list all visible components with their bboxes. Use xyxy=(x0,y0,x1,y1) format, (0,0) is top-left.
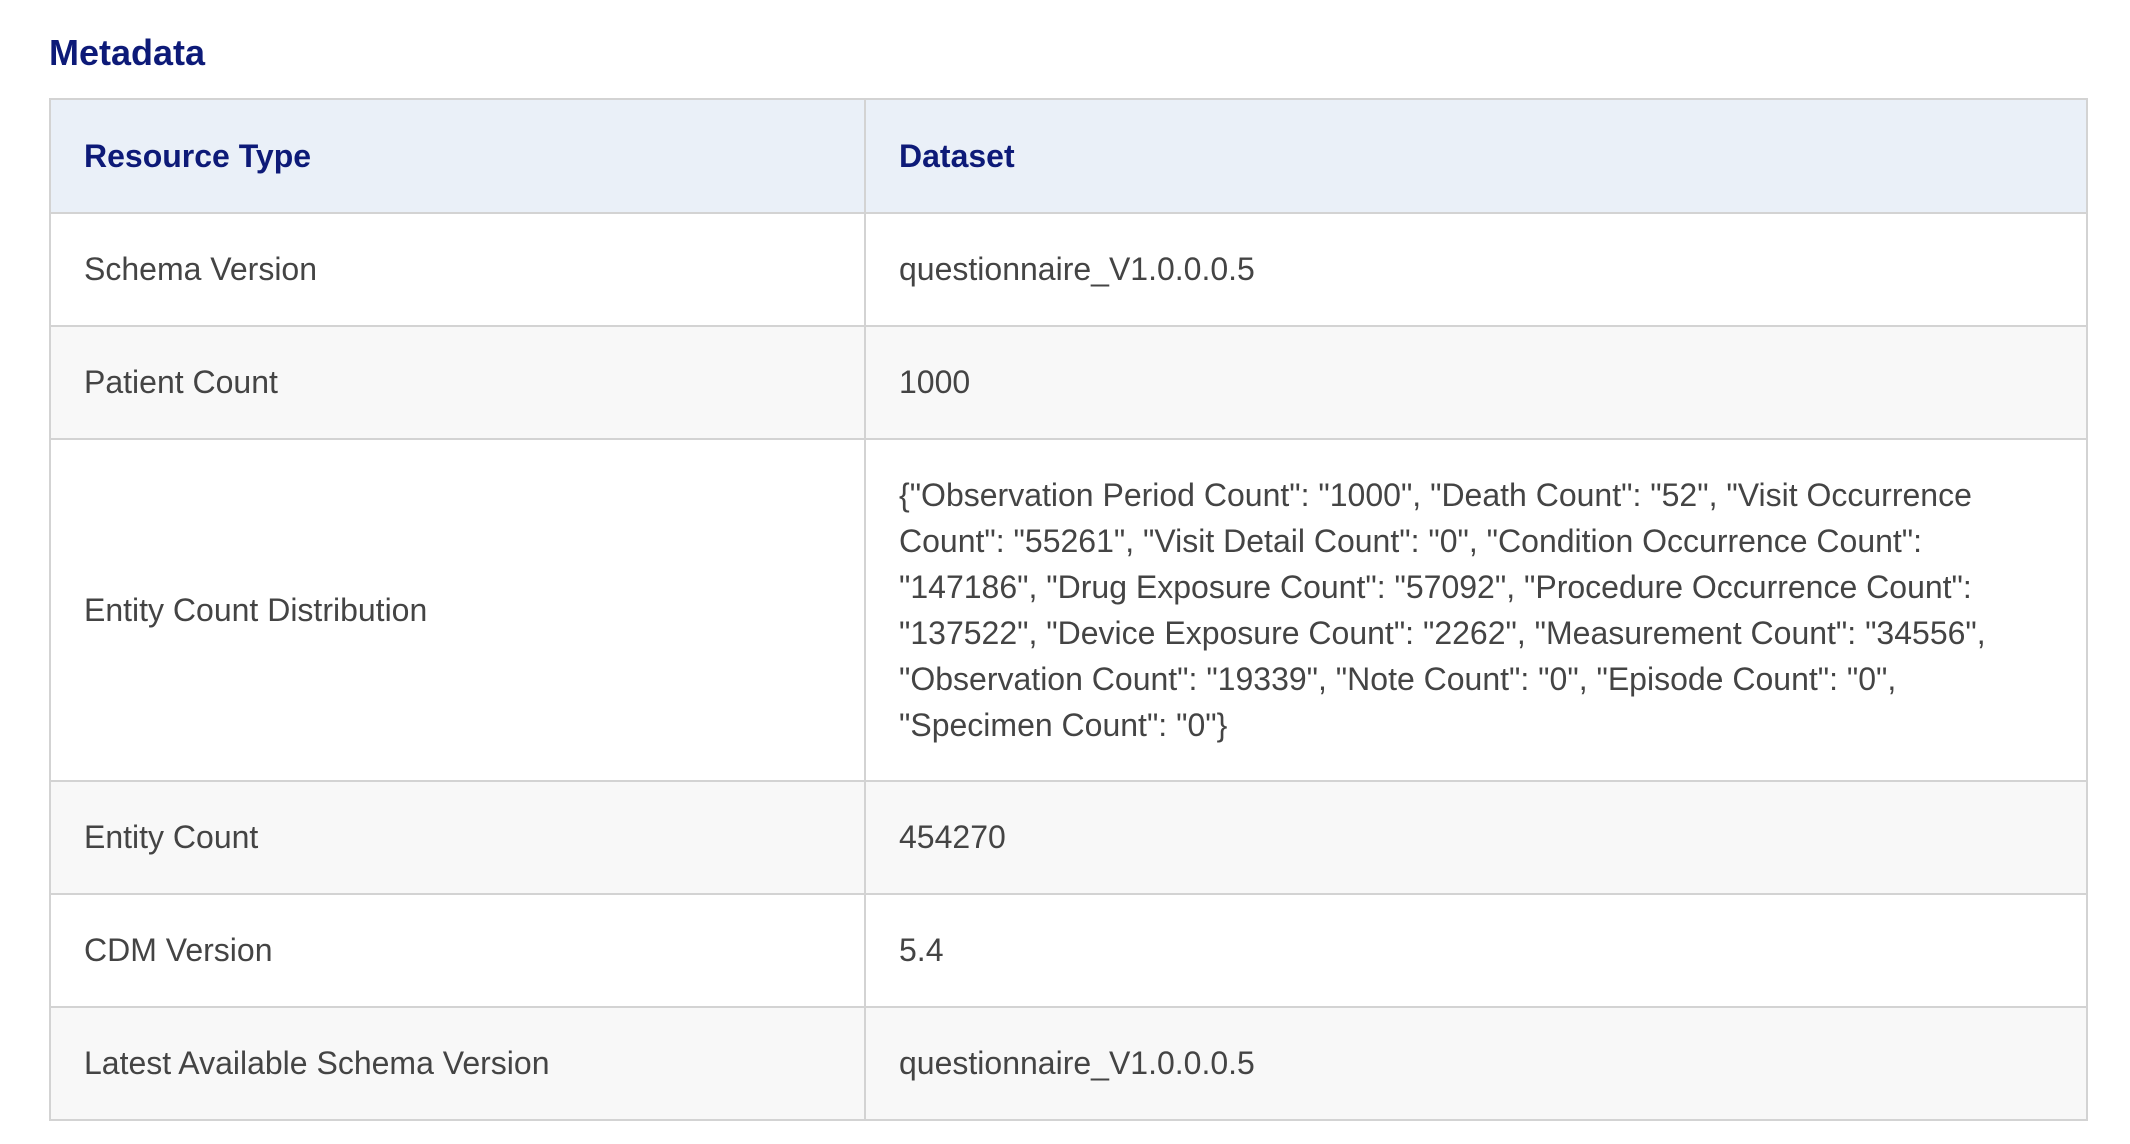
section-title: Metadata xyxy=(49,32,206,73)
row-key-cdm-version: CDM Version xyxy=(49,893,866,1008)
table-row: CDM Version 5.4 xyxy=(49,893,2088,1008)
table-header-row: Resource Type Dataset xyxy=(49,98,2088,214)
column-header-dataset: Dataset xyxy=(864,98,2088,214)
row-value-patient-count: 1000 xyxy=(864,325,2088,440)
table-row: Latest Available Schema Version question… xyxy=(49,1006,2088,1121)
row-key-patient-count: Patient Count xyxy=(49,325,866,440)
metadata-section: Metadata Resource Type Dataset Schema Ve… xyxy=(49,28,2088,1121)
table-row: Schema Version questionnaire_V1.0.0.0.5 xyxy=(49,212,2088,327)
row-value-cdm-version: 5.4 xyxy=(864,893,2088,1008)
row-key-entity-count: Entity Count xyxy=(49,780,866,895)
row-key-latest-schema-version: Latest Available Schema Version xyxy=(49,1006,866,1121)
row-value-entity-count: 454270 xyxy=(864,780,2088,895)
row-value-entity-count-distribution: {"Observation Period Count": "1000", "De… xyxy=(864,438,2088,782)
table-row: Patient Count 1000 xyxy=(49,325,2088,440)
table-row: Entity Count Distribution {"Observation … xyxy=(49,438,2088,782)
table-row: Entity Count 454270 xyxy=(49,780,2088,895)
metadata-table: Resource Type Dataset Schema Version que… xyxy=(49,98,2088,1121)
row-key-entity-count-distribution: Entity Count Distribution xyxy=(49,438,866,782)
column-header-resource-type: Resource Type xyxy=(49,98,866,214)
row-value-schema-version: questionnaire_V1.0.0.0.5 xyxy=(864,212,2088,327)
row-value-latest-schema-version: questionnaire_V1.0.0.0.5 xyxy=(864,1006,2088,1121)
row-key-schema-version: Schema Version xyxy=(49,212,866,327)
